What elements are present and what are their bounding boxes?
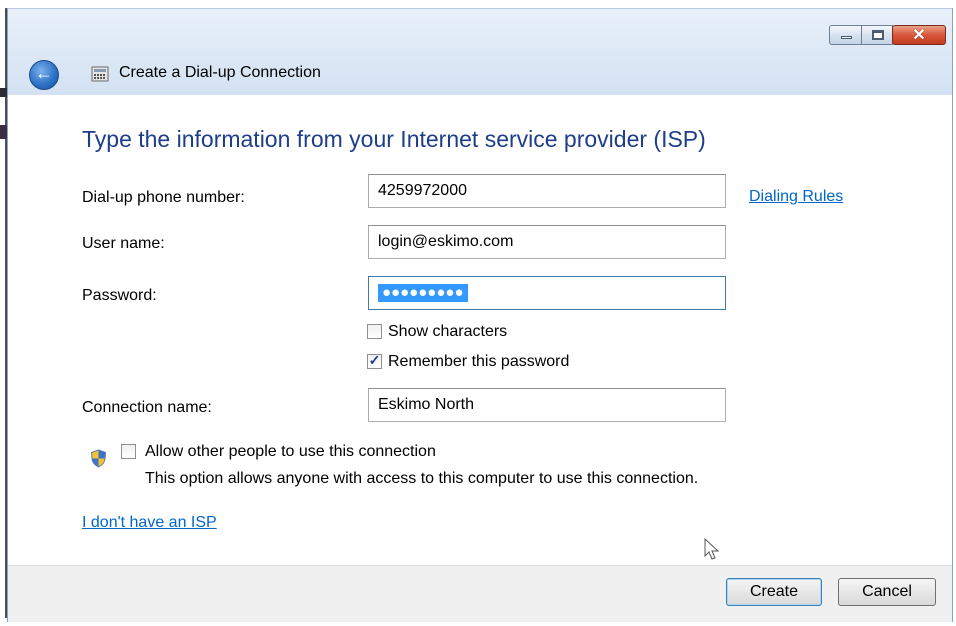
allow-others-checkbox[interactable] bbox=[121, 444, 136, 459]
back-arrow-icon: ← bbox=[35, 63, 53, 83]
minimize-button[interactable] bbox=[829, 25, 862, 45]
password-field[interactable]: ●●●●●●●●● bbox=[368, 276, 726, 310]
desktop-edge bbox=[0, 0, 7, 626]
back-button[interactable]: ← bbox=[29, 60, 59, 90]
username-label: User name: bbox=[82, 235, 165, 252]
close-button[interactable]: ✕ bbox=[892, 25, 946, 45]
background-fragment bbox=[0, 125, 7, 139]
password-label: Password: bbox=[82, 287, 157, 304]
page-heading: Type the information from your Internet … bbox=[82, 126, 706, 152]
mouse-cursor-icon bbox=[704, 538, 720, 560]
uac-shield-icon bbox=[90, 449, 107, 468]
phone-number-label: Dial-up phone number: bbox=[82, 189, 245, 206]
connection-name-field[interactable]: Eskimo North bbox=[368, 388, 726, 422]
username-field[interactable]: login@eskimo.com bbox=[368, 225, 726, 259]
maximize-button[interactable] bbox=[861, 25, 893, 45]
password-masked-value: ●●●●●●●●● bbox=[378, 284, 468, 302]
no-isp-link[interactable]: I don't have an ISP bbox=[82, 514, 217, 532]
allow-others-label: Allow other people to use this connectio… bbox=[145, 443, 436, 460]
dialup-connection-window: ✕ ← Create a Dial-up Connection Type the… bbox=[7, 8, 953, 622]
phone-number-field[interactable]: 4259972000 bbox=[368, 174, 726, 208]
show-characters-checkbox[interactable] bbox=[367, 324, 382, 339]
checkmark-icon: ✓ bbox=[368, 352, 381, 368]
connection-name-label: Connection name: bbox=[82, 399, 212, 416]
dialing-rules-link[interactable]: Dialing Rules bbox=[749, 188, 843, 206]
remember-password-label: Remember this password bbox=[388, 353, 570, 370]
dialup-modem-icon bbox=[91, 66, 109, 82]
minimize-icon bbox=[841, 36, 852, 39]
window-title: Create a Dial-up Connection bbox=[119, 64, 321, 81]
show-characters-label: Show characters bbox=[388, 323, 508, 340]
allow-others-description: This option allows anyone with access to… bbox=[145, 470, 699, 487]
cancel-button[interactable]: Cancel bbox=[838, 578, 936, 606]
remember-password-checkbox[interactable]: ✓ bbox=[367, 352, 382, 369]
background-fragment bbox=[0, 88, 7, 97]
create-button[interactable]: Create bbox=[726, 578, 822, 606]
title-bar: ✕ ← Create a Dial-up Connection bbox=[8, 9, 952, 95]
close-icon: ✕ bbox=[912, 27, 926, 44]
maximize-icon bbox=[872, 30, 884, 40]
